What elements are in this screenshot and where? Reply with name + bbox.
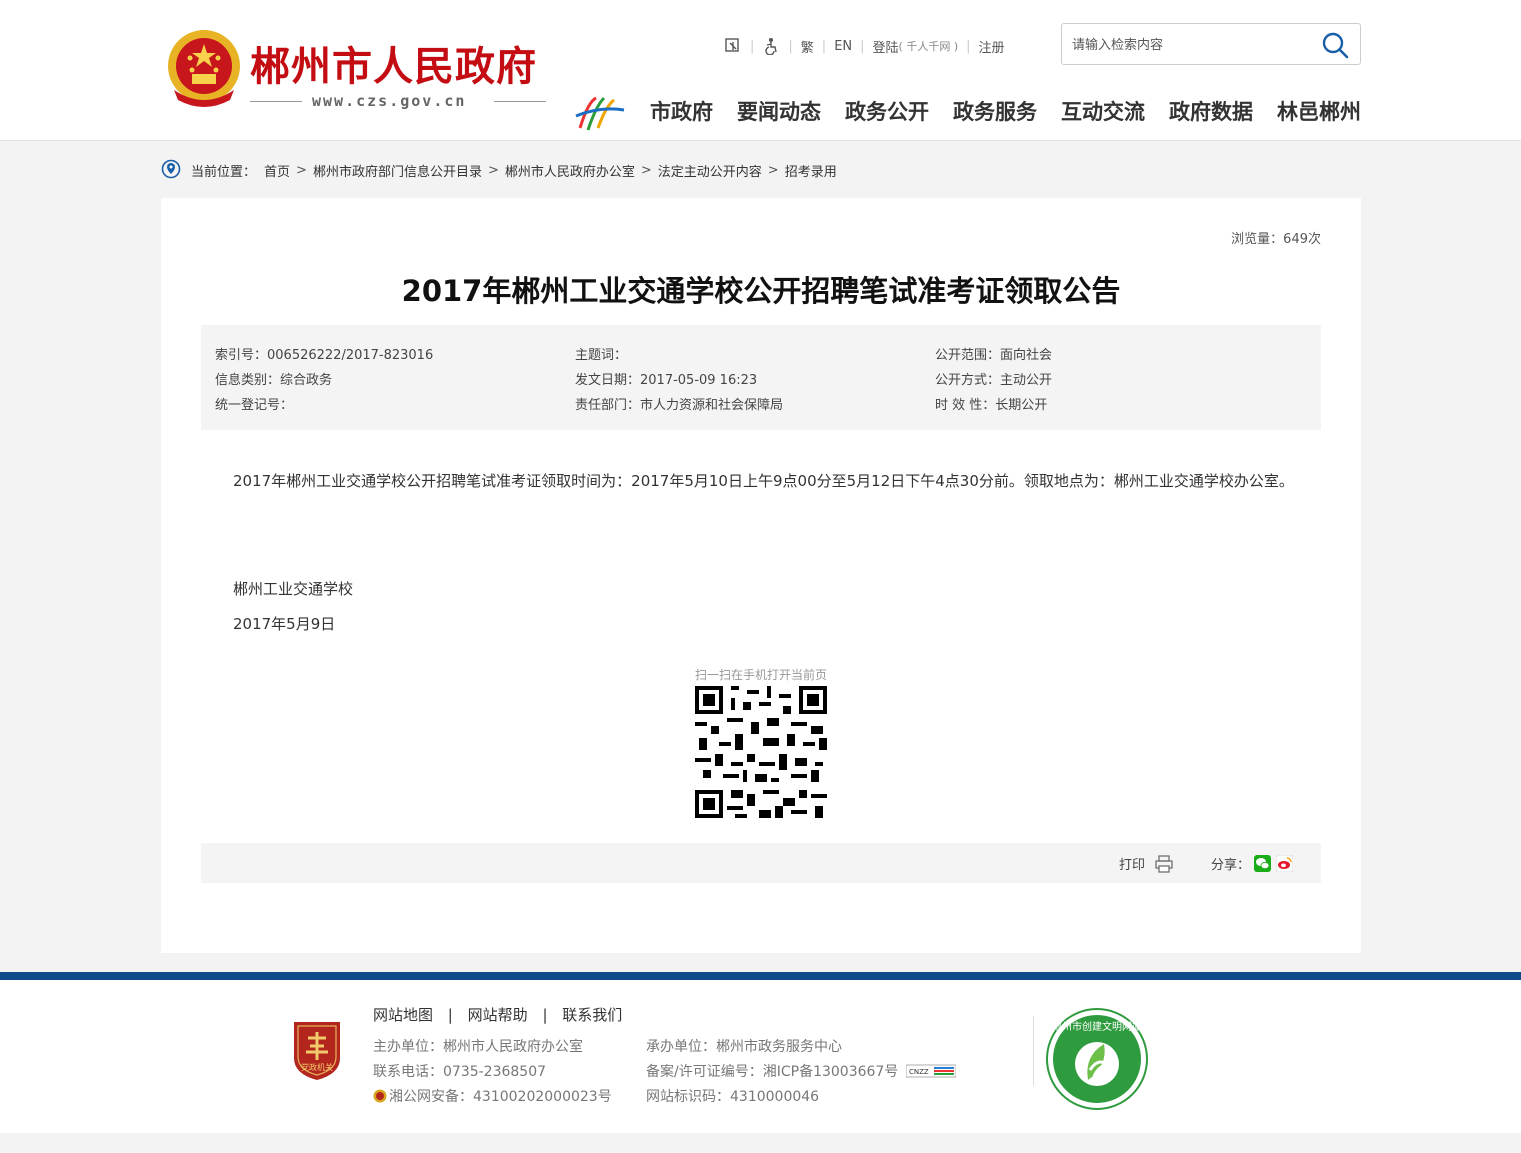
login-note: ( 千人千网 ) [898, 40, 959, 53]
meta-date: 发文日期：2017-05-09 16:23 [575, 373, 758, 388]
toplinks-sep: | [821, 38, 827, 54]
article-body: 2017年郴州工业交通学校公开招聘笔试准考证领取时间为：2017年5月10日上午… [201, 464, 1321, 499]
footer-sponsor: 主办单位：郴州市人民政府办公室 [373, 1039, 583, 1055]
login-link[interactable]: 登陆 [873, 37, 899, 56]
cnzz-text: CNZZ [909, 1068, 929, 1076]
breadcrumb-home[interactable]: 首页 [264, 161, 290, 180]
site-url: www.czs.gov.cn [312, 92, 467, 110]
nav-item-linyi-chenzhou[interactable]: 林邑郴州 [1277, 96, 1361, 126]
english-link[interactable]: EN [834, 39, 852, 54]
wechat-icon[interactable] [1254, 855, 1272, 872]
meta-reg-no: 统一登记号： [215, 398, 294, 413]
toplinks-sep: | [750, 38, 755, 54]
article-title: 2017年郴州工业交通学校公开招聘笔试准考证领取公告 [401, 274, 1121, 308]
breadcrumb: 当前位置： 首页 > 郴州市政府部门信息公开目录 > 郴州市人民政府办公室 > … [161, 158, 837, 182]
nav-item-services[interactable]: 政务服务 [953, 96, 1037, 126]
url-line-right [494, 101, 546, 102]
breadcrumb-separator: > [296, 162, 307, 178]
url-line-left [250, 101, 302, 102]
meta-scope: 公开范围：面向社会 [935, 348, 1053, 363]
site-header: 郴州市人民政府 www.czs.gov.cn | | 繁 | EN | 登陆 (… [0, 0, 1521, 141]
view-count: 浏览量：649次 [1231, 232, 1321, 247]
search-icon[interactable] [1320, 30, 1350, 60]
article-sign-date: 2017年5月9日 [233, 615, 336, 633]
breadcrumb-recruitment[interactable]: 招考录用 [785, 161, 837, 180]
party-government-badge-icon[interactable]: 党政机关 [290, 1018, 344, 1082]
print-button[interactable]: 打印 [1119, 854, 1173, 873]
footer-bar [0, 972, 1521, 980]
breadcrumb-separator: > [767, 162, 779, 178]
share-label: 分享： [1211, 858, 1251, 873]
print-label: 打印 [1119, 858, 1146, 873]
printer-icon [1155, 854, 1173, 873]
site-footer: 党政机关 网站地图 | 网站帮助 | 联系我们 主办单位：郴州市人民政府办公室 … [0, 980, 1521, 1133]
meta-category: 信息类别：综合政务 [215, 373, 333, 388]
footer-divider [1033, 1016, 1034, 1086]
location-pin-icon [161, 159, 181, 179]
article-meta: 索引号：006526222/2017-823016 主题词： 公开范围：面向社会… [201, 325, 1321, 430]
register-link[interactable]: 注册 [979, 37, 1005, 56]
qr-code-icon [695, 686, 827, 818]
civil-badge-text: 郴州市创建文明网站 [1052, 1020, 1142, 1033]
footer-police-record[interactable]: 湘公网安备：43100202000023号 [373, 1086, 612, 1106]
badge-text: 党政机关 [301, 1062, 333, 1072]
nav-item-interaction[interactable]: 互动交流 [1061, 96, 1145, 126]
footer-links: 网站地图 | 网站帮助 | 联系我们 [373, 1004, 622, 1025]
cnzz-icon[interactable]: CNZZ [906, 1064, 957, 1078]
footer-icp[interactable]: 备案/许可证编号：湘ICP备13003667号 CNZZ [646, 1061, 957, 1081]
toplinks-sep: | [966, 38, 971, 54]
nav-item-news[interactable]: 要闻动态 [737, 96, 821, 126]
main-nav: 市政府 要闻动态 政务公开 政务服务 互动交流 政府数据 林邑郴州 [650, 96, 1361, 126]
article-tools: 打印 分享： [201, 843, 1321, 883]
national-emblem-icon[interactable] [164, 28, 244, 110]
civilized-website-badge-icon[interactable]: 郴州市创建文明网站 [1046, 1008, 1148, 1110]
meta-index-no: 索引号：006526222/2017-823016 [215, 348, 434, 363]
police-emblem-icon [373, 1089, 387, 1103]
nav-item-city-government[interactable]: 市政府 [650, 96, 713, 126]
article-signature-block: 郴州工业交通学校 2017年5月9日 [233, 572, 353, 642]
article-paragraph: 2017年郴州工业交通学校公开招聘笔试准考证领取时间为：2017年5月10日上午… [233, 472, 1294, 490]
top-links: | | 繁 | EN | 登陆 ( 千人千网 ) | 注册 [724, 36, 1005, 56]
footer-link-sep: | [447, 1006, 453, 1024]
search-box [1061, 23, 1361, 65]
nav-item-data[interactable]: 政府数据 [1169, 96, 1253, 126]
breadcrumb-separator: > [640, 162, 652, 178]
meta-subject: 主题词： [575, 348, 628, 363]
share-bar: 分享： [1211, 854, 1294, 873]
toplinks-sep: | [860, 38, 865, 54]
nav-item-disclosure[interactable]: 政务公开 [845, 96, 929, 126]
bottom-strip [0, 1133, 1521, 1153]
article-panel: 浏览量：649次 2017年郴州工业交通学校公开招聘笔试准考证领取公告 索引号：… [161, 198, 1361, 953]
footer-link-sitemap[interactable]: 网站地图 [373, 1006, 433, 1024]
breadcrumb-directory[interactable]: 郴州市政府部门信息公开目录 [313, 161, 482, 180]
footer-link-contact[interactable]: 联系我们 [562, 1006, 622, 1024]
weibo-icon[interactable] [1276, 855, 1294, 872]
city-logo-icon [575, 96, 625, 131]
footer-phone: 联系电话：0735-2368507 [373, 1064, 547, 1080]
search-input[interactable] [1072, 34, 1312, 56]
article-signature: 郴州工业交通学校 [233, 580, 354, 598]
breadcrumb-office[interactable]: 郴州市人民政府办公室 [505, 161, 635, 180]
traditional-chinese-link[interactable]: 繁 [801, 37, 814, 56]
accessibility-icon[interactable] [762, 37, 780, 55]
breadcrumb-label: 当前位置： [191, 164, 257, 180]
footer-site-id: 网站标识码：4310000046 [646, 1089, 820, 1105]
qr-caption: 扫一扫在手机打开当前页 [694, 668, 827, 682]
breadcrumb-statutory[interactable]: 法定主动公开内容 [658, 161, 762, 180]
barrier-free-icon[interactable] [724, 37, 742, 55]
footer-link-help[interactable]: 网站帮助 [468, 1006, 528, 1024]
meta-validity: 时 效 性：长期公开 [935, 398, 1048, 413]
footer-link-sep: | [542, 1006, 548, 1024]
footer-icp-text: 备案/许可证编号：湘ICP备13003667号 [646, 1064, 899, 1080]
meta-dept: 责任部门：市人力资源和社会保障局 [575, 398, 784, 413]
site-title[interactable]: 郴州市人民政府 [250, 34, 537, 92]
breadcrumb-separator: > [487, 162, 499, 178]
site-url-wrap: www.czs.gov.cn [250, 92, 546, 112]
toplinks-sep: | [788, 38, 793, 54]
meta-method: 公开方式：主动公开 [935, 373, 1053, 388]
footer-police-text: 湘公网安备：43100202000023号 [389, 1089, 612, 1105]
footer-organizer: 承办单位：郴州市政务服务中心 [646, 1039, 842, 1055]
